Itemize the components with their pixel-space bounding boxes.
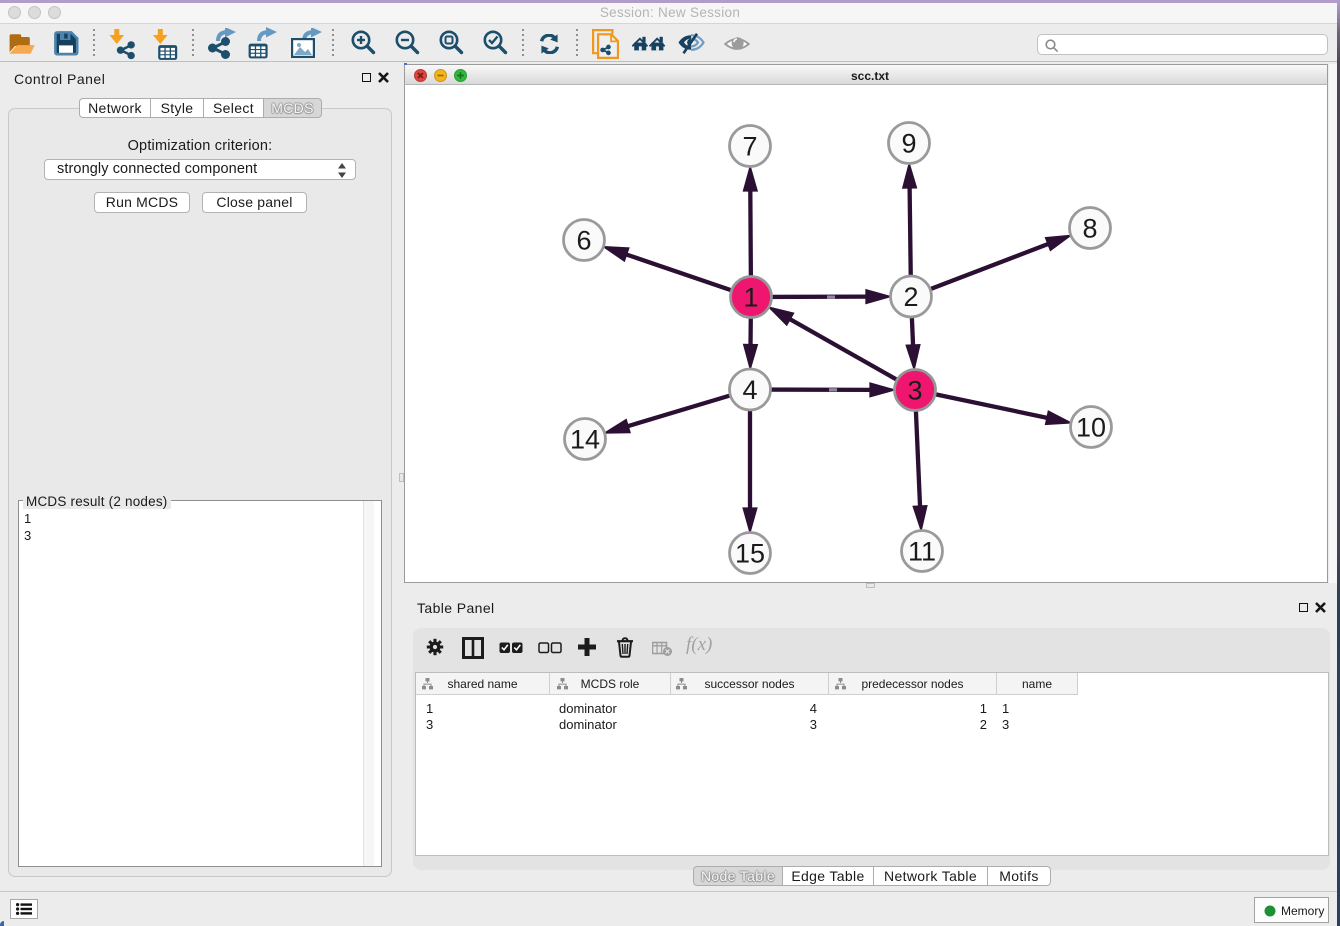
svg-text:15: 15 xyxy=(735,539,765,569)
svg-text:14: 14 xyxy=(570,425,600,455)
svg-text:4: 4 xyxy=(742,375,757,405)
svg-text:3: 3 xyxy=(907,376,922,406)
svg-text:10: 10 xyxy=(1076,413,1106,443)
svg-text:7: 7 xyxy=(742,132,757,162)
svg-text:11: 11 xyxy=(908,537,936,567)
svg-text:9: 9 xyxy=(901,129,916,159)
svg-text:1: 1 xyxy=(743,283,758,313)
svg-text:2: 2 xyxy=(903,282,918,312)
svg-text:6: 6 xyxy=(576,226,591,256)
svg-text:8: 8 xyxy=(1082,214,1097,244)
